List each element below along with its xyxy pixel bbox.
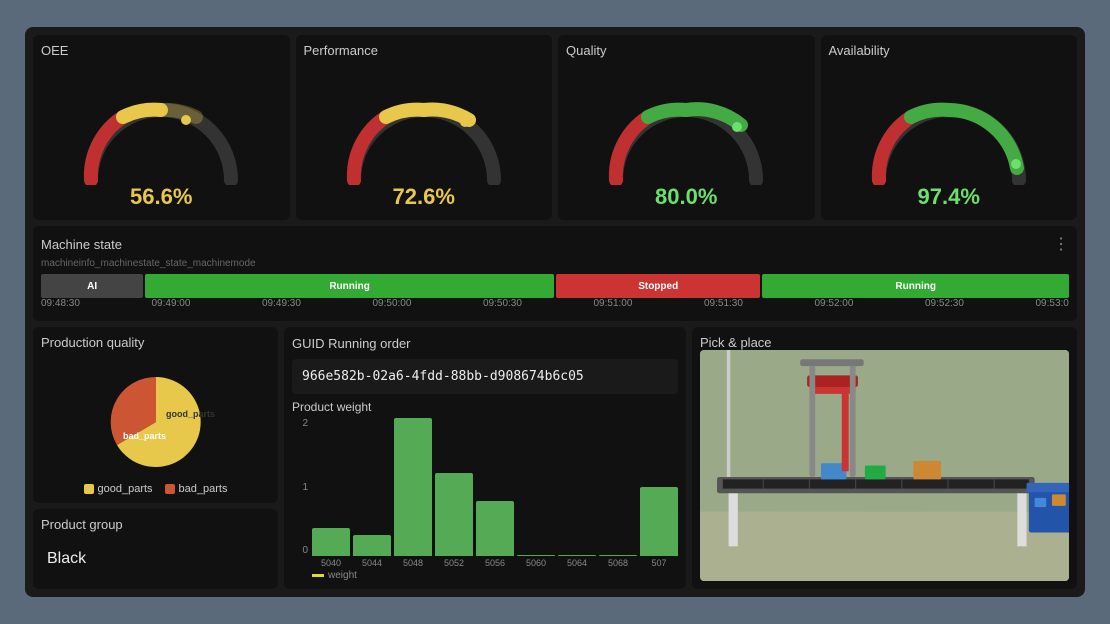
x-label-5: 5060: [517, 558, 555, 568]
kpi-title-oee: OEE: [41, 43, 68, 58]
state-bar-running-2: Running: [762, 274, 1069, 298]
bar-7: [599, 555, 637, 556]
bar-3: [435, 473, 473, 556]
y-label-0: 0: [292, 545, 308, 556]
y-label-2: 2: [292, 418, 308, 429]
bad-parts-label: bad_parts: [179, 483, 228, 495]
x-label-8: 507: [640, 558, 678, 568]
x-label-1: 5044: [353, 558, 391, 568]
kpi-card-availability: Availability 97.4%: [821, 35, 1078, 220]
legend-good-parts: good_parts: [84, 483, 153, 495]
pick-place-title: Pick & place: [700, 335, 1069, 350]
bar-col-8: [640, 418, 678, 556]
gauge-performance: 72.6%: [304, 62, 545, 212]
bar-1: [353, 535, 391, 556]
timeline-area: AI Running Stopped Running 09:48:30 09:4…: [41, 273, 1069, 313]
bar-8: [640, 487, 678, 556]
kpi-title-availability: Availability: [829, 43, 890, 58]
pick-place-image: [700, 350, 1069, 581]
pie-chart: good_parts bad_parts: [41, 358, 270, 475]
kpi-value-performance: 72.6%: [393, 184, 455, 210]
kpi-row: OEE 56.6% Performance: [33, 35, 1077, 220]
kpi-value-oee: 56.6%: [130, 184, 192, 210]
bar-col-2: [394, 418, 432, 556]
svg-text:bad_parts: bad_parts: [123, 431, 166, 441]
x-label-7: 5068: [599, 558, 637, 568]
x-label-2: 5048: [394, 558, 432, 568]
weight-legend-label: weight: [328, 570, 357, 581]
bar-col-7: [599, 418, 637, 556]
guid-title: GUID Running order: [292, 336, 411, 351]
guid-value-box: 966e582b-02a6-4fdd-88bb-d908674b6c05: [292, 359, 678, 394]
bar-chart: 2 1 0 5040504450485052505650605064506850…: [292, 418, 678, 581]
product-group-value: Black: [41, 544, 270, 574]
kpi-card-oee: OEE 56.6%: [33, 35, 290, 220]
production-quality-card: Production quality good_parts bad_parts: [33, 327, 278, 503]
y-label-1: 1: [292, 482, 308, 493]
bar-col-4: [476, 418, 514, 556]
product-weight-title: Product weight: [292, 400, 678, 414]
bar-chart-inner: 2 1 0: [292, 418, 678, 556]
good-parts-dot: [84, 484, 94, 494]
kpi-value-quality: 80.0%: [655, 184, 717, 210]
x-axis: 50405044504850525056506050645068507: [292, 558, 678, 568]
guid-weight-card: GUID Running order 966e582b-02a6-4fdd-88…: [284, 327, 686, 589]
x-label-4: 5056: [476, 558, 514, 568]
gauge-oee: 56.6%: [41, 62, 282, 212]
bar-6: [558, 555, 596, 556]
legend-bad-parts: bad_parts: [165, 483, 228, 495]
state-bar-container: AI Running Stopped Running: [41, 274, 1069, 298]
kpi-card-quality: Quality 80.0%: [558, 35, 815, 220]
guid-value: 966e582b-02a6-4fdd-88bb-d908674b6c05: [302, 369, 584, 384]
bar-4: [476, 501, 514, 556]
production-quality-title: Production quality: [41, 335, 270, 350]
x-label-3: 5052: [435, 558, 473, 568]
state-bar-ai: AI: [41, 274, 143, 298]
kpi-title-quality: Quality: [566, 43, 606, 58]
bar-5: [517, 555, 555, 556]
machine-state-source: machineinfo_machinestate_state_machinemo…: [41, 258, 1069, 269]
guid-section: GUID Running order: [292, 335, 678, 353]
bottom-row: Production quality good_parts bad_parts: [33, 327, 1077, 589]
machine-state-title: Machine state: [41, 237, 122, 252]
gauge-availability: 97.4%: [829, 62, 1070, 212]
bar-2: [394, 418, 432, 556]
bar-col-0: [312, 418, 350, 556]
product-group-title: Product group: [41, 517, 270, 532]
product-group-card: Product group Black: [33, 509, 278, 589]
weight-legend-dot: [312, 574, 324, 577]
pie-legend: good_parts bad_parts: [41, 483, 270, 495]
chart-legend: weight: [292, 570, 678, 581]
y-axis: 2 1 0: [292, 418, 308, 556]
machine-state-header: Machine state ⋮: [41, 234, 1069, 254]
svg-text:good_parts: good_parts: [166, 409, 215, 419]
more-options-icon[interactable]: ⋮: [1053, 234, 1069, 254]
timeline-labels: 09:48:30 09:49:00 09:49:30 09:50:00 09:5…: [41, 298, 1069, 309]
dashboard: OEE 56.6% Performance: [25, 27, 1085, 597]
bar-col-3: [435, 418, 473, 556]
gauge-quality: 80.0%: [566, 62, 807, 212]
left-panel: Production quality good_parts bad_parts: [33, 327, 278, 589]
x-label-6: 5064: [558, 558, 596, 568]
state-bar-stopped: Stopped: [556, 274, 760, 298]
bar-col-6: [558, 418, 596, 556]
bar-col-1: [353, 418, 391, 556]
good-parts-label: good_parts: [98, 483, 153, 495]
bar-0: [312, 528, 350, 556]
machine-state-card: Machine state ⋮ machineinfo_machinestate…: [33, 226, 1077, 321]
pick-place-card: Pick & place: [692, 327, 1077, 589]
kpi-card-performance: Performance 72.6%: [296, 35, 553, 220]
weight-chart-area: Product weight 2 1 0 5040504450485052505…: [292, 400, 678, 581]
state-bar-running-1: Running: [145, 274, 554, 298]
kpi-title-performance: Performance: [304, 43, 378, 58]
x-label-0: 5040: [312, 558, 350, 568]
bad-parts-dot: [165, 484, 175, 494]
bar-col-5: [517, 418, 555, 556]
kpi-value-availability: 97.4%: [918, 184, 980, 210]
